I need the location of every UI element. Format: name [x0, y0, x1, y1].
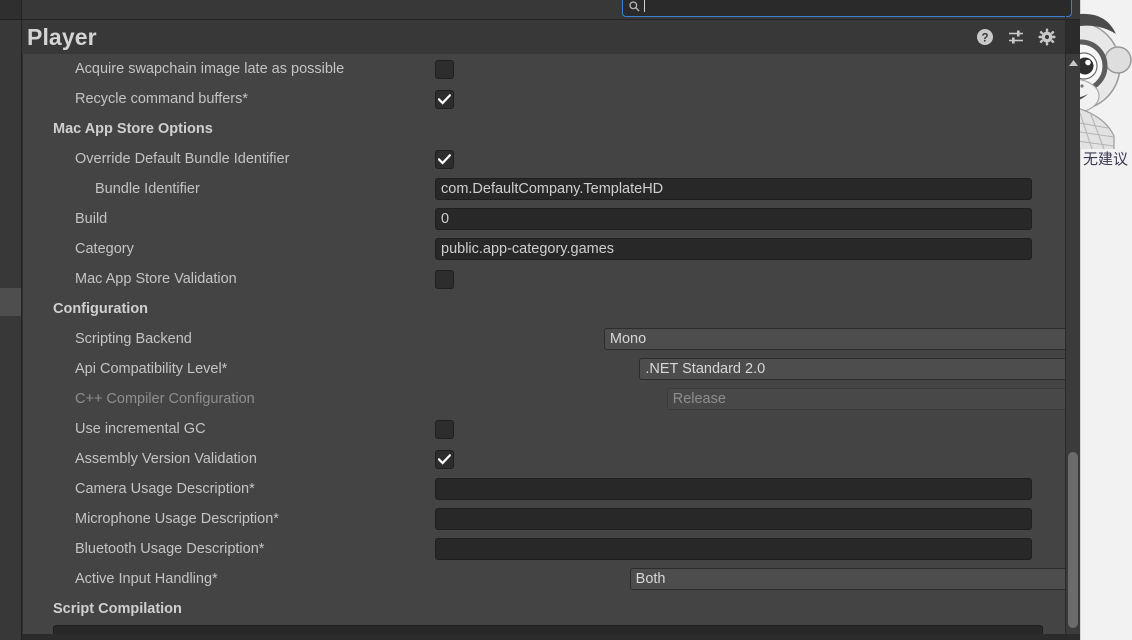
settings-row: C++ Compiler Configuration Release — [23, 384, 1065, 414]
settings-row: Bluetooth Usage Description* — [23, 534, 1065, 564]
partial-next-field[interactable] — [53, 625, 1043, 634]
dropdown-select[interactable]: Both — [629, 568, 1065, 590]
search-strip — [22, 0, 1132, 20]
text-input[interactable]: 0 — [435, 208, 1032, 230]
left-splitter-rail[interactable] — [0, 0, 22, 640]
settings-row: Camera Usage Description* — [23, 474, 1065, 504]
section-header: Configuration — [53, 301, 149, 317]
vertical-scrollbar[interactable] — [1066, 54, 1080, 634]
row-label: C++ Compiler Configuration — [75, 391, 255, 407]
row-label: Bluetooth Usage Description* — [75, 541, 265, 557]
suggestion-side-panel: 无建议 — [1080, 0, 1132, 640]
text-input-value: public.app-category.games — [441, 241, 615, 257]
checkbox-toggle[interactable] — [435, 269, 454, 289]
search-input[interactable] — [622, 0, 1072, 17]
row-label: Bundle Identifier — [95, 181, 200, 197]
page-title: Player — [27, 23, 97, 50]
check-icon — [438, 453, 451, 465]
check-icon — [438, 93, 451, 105]
settings-row: Recycle command buffers* — [23, 84, 1065, 114]
settings-row: Active Input Handling* Both — [23, 564, 1065, 594]
settings-row: Category public.app-category.games — [23, 234, 1065, 264]
row-label: Api Compatibility Level* — [75, 361, 228, 377]
vertical-scrollbar-thumb[interactable] — [1068, 452, 1078, 628]
row-label: Camera Usage Description* — [75, 481, 255, 497]
text-input[interactable]: com.DefaultCompany.TemplateHD — [435, 178, 1032, 200]
player-settings-panel: Acquire swapchain image late as possible… — [22, 54, 1066, 634]
dropdown-select: Release — [666, 388, 1065, 410]
text-input[interactable] — [435, 478, 1032, 500]
settings-row: Mac App Store Validation — [23, 264, 1065, 294]
dropdown-select[interactable]: .NET Standard 2.0 — [639, 358, 1065, 380]
settings-row: Bundle Identifier com.DefaultCompany.Temp… — [23, 174, 1065, 204]
settings-row: Acquire swapchain image late as possible — [23, 54, 1065, 84]
preset-icon[interactable] — [1007, 28, 1025, 46]
section-header: Mac App Store Options — [53, 121, 213, 137]
row-label: Active Input Handling* — [75, 571, 218, 587]
settings-row: Api Compatibility Level* .NET Standard 2.… — [23, 354, 1065, 384]
checkbox-toggle[interactable] — [435, 149, 454, 169]
settings-row: Assembly Version Validation — [23, 444, 1065, 474]
settings-row: Scripting Backend Mono — [23, 324, 1065, 354]
dropdown-value: Mono — [609, 331, 647, 347]
help-icon[interactable]: ? — [976, 28, 994, 46]
text-input-value: com.DefaultCompany.TemplateHD — [441, 181, 664, 197]
section-header: Script Compilation — [53, 601, 182, 617]
row-label: Recycle command buffers* — [75, 91, 249, 107]
svg-text:?: ? — [981, 32, 988, 44]
row-label: Scripting Backend — [75, 331, 192, 347]
checkbox-toggle[interactable] — [435, 59, 454, 79]
rail-top-spacer — [0, 0, 22, 19]
caret-up-icon[interactable] — [1066, 56, 1080, 70]
settings-row: Microphone Usage Description* — [23, 504, 1065, 534]
dropdown-select[interactable]: Mono — [603, 328, 1065, 350]
dropdown-value: Release — [672, 391, 726, 407]
text-input-value: 0 — [441, 211, 450, 227]
row-label: Mac App Store Validation — [75, 271, 237, 287]
checkbox-toggle[interactable] — [435, 419, 454, 439]
monkey-monocle-mascot — [1080, 13, 1132, 149]
row-label: Build — [75, 211, 108, 227]
unity-editor-window: Player ? Acquire swapchain image late as… — [0, 0, 1132, 640]
row-label: Acquire swapchain image late as possible — [75, 61, 345, 77]
scrollbar-edge-line — [1065, 0, 1066, 640]
no-suggestion-text: 无建议 — [1083, 150, 1129, 168]
settings-row: Override Default Bundle Identifier — [23, 144, 1065, 174]
row-label: Override Default Bundle Identifier — [75, 151, 290, 167]
header-icon-group: ? — [976, 20, 1056, 54]
search-icon — [629, 0, 640, 12]
settings-row: Build 0 — [23, 204, 1065, 234]
rail-top-divider — [0, 19, 22, 20]
text-input[interactable] — [435, 538, 1032, 560]
text-input[interactable] — [435, 508, 1032, 530]
dropdown-value: Both — [635, 571, 666, 587]
row-label: Use incremental GC — [75, 421, 206, 437]
settings-row: Use incremental GC — [23, 414, 1065, 444]
row-label: Category — [75, 241, 134, 257]
row-label: Microphone Usage Description* — [75, 511, 279, 527]
check-icon — [438, 153, 451, 165]
text-input[interactable]: public.app-category.games — [435, 238, 1032, 260]
search-text-caret — [644, 0, 645, 12]
inspector-header: Player ? — [22, 20, 1066, 54]
row-label: Assembly Version Validation — [75, 451, 257, 467]
checkbox-toggle[interactable] — [435, 89, 454, 109]
gear-icon[interactable] — [1038, 28, 1056, 46]
splitter-drag-handle[interactable] — [0, 288, 21, 316]
dropdown-value: .NET Standard 2.0 — [645, 361, 766, 377]
checkbox-toggle[interactable] — [435, 449, 454, 469]
settings-rows: Acquire swapchain image late as possible… — [23, 54, 1065, 624]
